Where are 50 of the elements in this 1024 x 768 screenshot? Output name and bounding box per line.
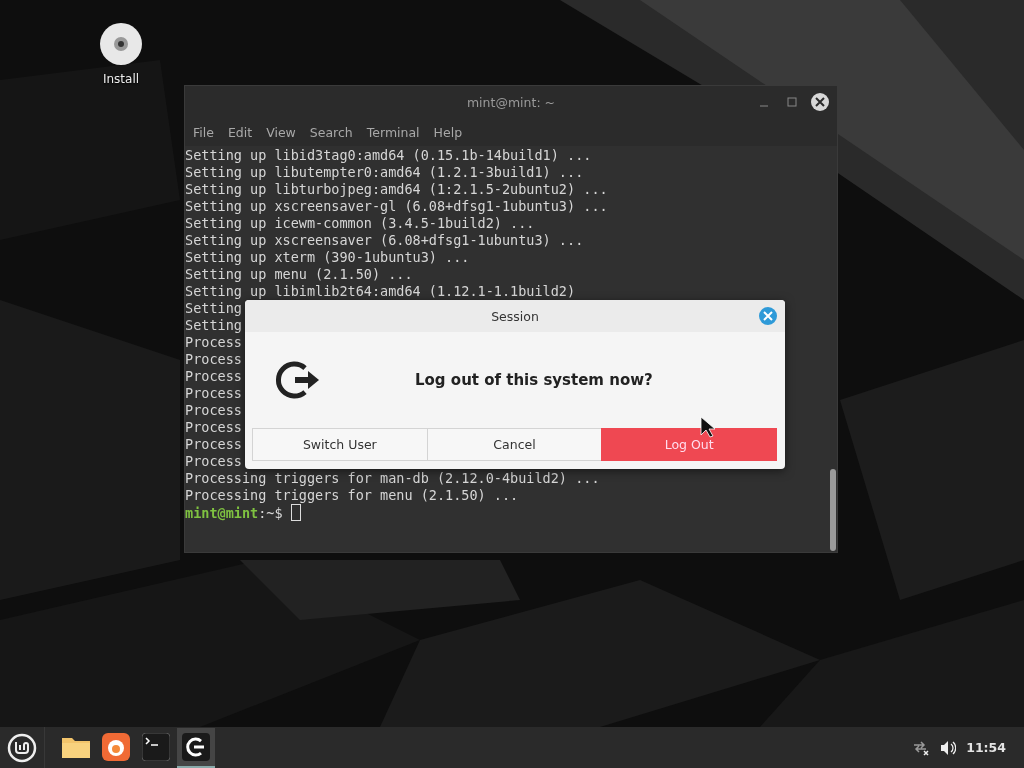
menu-item[interactable]: File	[192, 125, 222, 140]
disc-icon[interactable]	[99, 22, 143, 66]
dialog-message: Log out of this system now?	[415, 371, 653, 389]
terminal-line: Setting up libutempter0:amd64 (1.2.1-3build1) ...	[185, 164, 584, 180]
desktop-icon-label[interactable]: Install	[102, 72, 140, 86]
terminal-line: Processing triggers for man-db (2.12.0-4build2) ...	[185, 470, 600, 486]
terminal-line: Setting up xscreensaver (6.08+dfsg1-1ubuntu3) ...	[185, 232, 584, 248]
terminal-line: Process	[185, 351, 242, 367]
mouse-pointer-icon	[700, 416, 716, 438]
text-cursor	[290, 504, 301, 521]
menu-item[interactable]: View	[265, 125, 304, 140]
terminal-line: Setting up libimlib2t64:amd64 (1.12.1-1.1build2)	[185, 283, 576, 299]
menu-item[interactable]: Terminal	[365, 125, 428, 140]
terminal-line: Process	[185, 334, 242, 350]
close-button[interactable]	[811, 93, 829, 111]
terminal-line: Setting up menu (2.1.50) ...	[185, 266, 413, 282]
minimize-icon	[760, 105, 768, 107]
terminal-line: Processing triggers for menu (2.1.50) ...	[185, 487, 519, 503]
scrollbar-thumb[interactable]	[830, 469, 836, 551]
terminal-line: Process	[185, 385, 242, 401]
menu-item[interactable]: Help	[432, 125, 471, 140]
terminal-line: Process	[185, 402, 242, 418]
taskbar-app-button[interactable]	[177, 727, 215, 768]
prompt-user: mint@mint	[185, 505, 259, 521]
terminal-line: Setting up icewm-common (3.4.5-1build2) ...	[185, 215, 535, 231]
clock[interactable]: 11:54	[966, 740, 1006, 755]
volume-icon[interactable]	[940, 739, 957, 756]
network-disconnected-icon[interactable]	[912, 739, 931, 756]
terminal-line: Setting up xscreensaver-gl (6.08+dfsg1-1ubuntu3) ...	[185, 198, 608, 214]
terminal-icon	[142, 732, 170, 761]
terminal-line: Process	[185, 436, 242, 452]
dialog-button[interactable]: Switch User	[252, 428, 428, 461]
close-icon	[815, 97, 825, 107]
close-icon	[763, 311, 773, 321]
terminal-line: Setting up libturbojpeg:amd64 (1:2.1.5-2ubuntu2) ...	[185, 181, 608, 197]
terminal-line: Setting	[185, 317, 242, 333]
terminal-line: Setting up libid3tag0:amd64 (0.15.1b-14build1) ...	[185, 147, 592, 163]
terminal-line: Process	[185, 419, 242, 435]
logout-icon	[182, 732, 210, 761]
prompt-path: :~$	[258, 505, 283, 521]
window-title: mint@mint: ~	[466, 95, 556, 110]
terminal-line: Setting	[185, 300, 242, 316]
terminal-line: Setting up xterm (390-1ubuntu3) ...	[185, 249, 470, 265]
dialog-title: Session	[491, 308, 539, 324]
terminal-line: Process	[185, 368, 242, 384]
terminal-line: Process	[185, 453, 242, 469]
maximize-icon	[787, 97, 797, 107]
dialog-button[interactable]: Cancel	[426, 428, 603, 461]
menu-item[interactable]: Edit	[226, 125, 261, 140]
menu-item[interactable]: Search	[308, 125, 361, 140]
